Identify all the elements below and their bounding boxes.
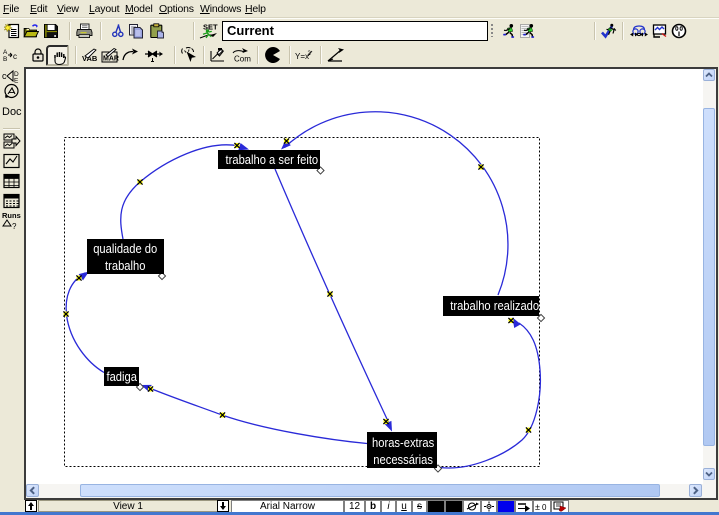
- svg-text:SET: SET: [203, 23, 218, 32]
- svg-text:c: c: [13, 52, 17, 61]
- svg-text:A: A: [3, 49, 8, 56]
- svg-text:B: B: [3, 56, 7, 63]
- svg-text:0: 0: [542, 503, 547, 512]
- svg-text:±: ±: [535, 502, 540, 512]
- svg-text:MAR: MAR: [103, 56, 119, 63]
- svg-text:Com: Com: [234, 55, 251, 64]
- svg-text:?: ?: [12, 222, 17, 231]
